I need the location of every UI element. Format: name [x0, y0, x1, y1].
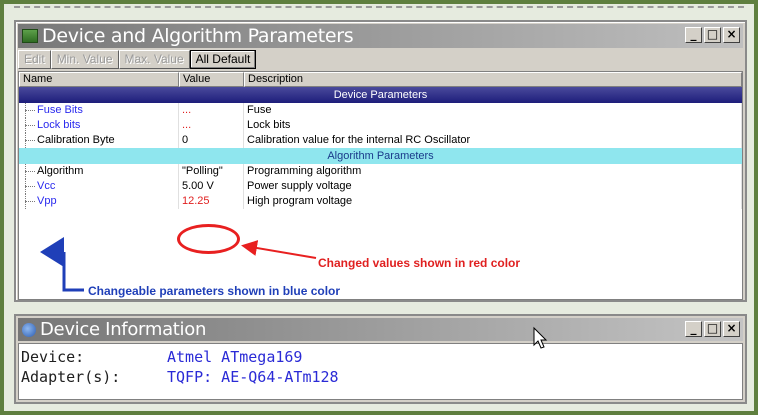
- param-description: Power supply voltage: [244, 179, 742, 194]
- title-bar[interactable]: Device Information _ □ ×: [18, 318, 743, 341]
- all-default-button[interactable]: All Default: [189, 50, 257, 69]
- param-value[interactable]: "Polling": [179, 164, 244, 179]
- device-information-window: Device Information _ □ × Device: Atmel A…: [14, 314, 747, 404]
- window-controls: _ □ ×: [685, 321, 740, 337]
- changeable-params-annotation: Changeable parameters shown in blue colo…: [88, 284, 341, 298]
- device-value: Atmel ATmega169: [167, 348, 303, 366]
- close-button[interactable]: ×: [723, 321, 740, 337]
- dashed-divider: [14, 6, 744, 8]
- grid-header: Name Value Description: [19, 72, 742, 87]
- param-description: Calibration value for the internal RC Os…: [244, 133, 742, 148]
- window-title: Device and Algorithm Parameters: [42, 25, 354, 47]
- column-header-name[interactable]: Name: [19, 72, 179, 87]
- minimize-button[interactable]: _: [685, 27, 702, 43]
- max-value-button[interactable]: Max. Value: [118, 50, 190, 69]
- changed-values-annotation: Changed values shown in red color: [318, 256, 521, 270]
- table-row[interactable]: Vcc 5.00 V Power supply voltage: [19, 179, 742, 194]
- adapter-label: Adapter(s):: [21, 368, 121, 386]
- param-description: High program voltage: [244, 194, 742, 209]
- param-name: Calibration Byte: [19, 133, 179, 148]
- param-description: Programming algorithm: [244, 164, 742, 179]
- param-name: Vcc: [19, 179, 179, 194]
- param-value[interactable]: 12.25: [179, 194, 244, 209]
- changed-value-highlight: [177, 224, 240, 254]
- table-row[interactable]: Calibration Byte 0 Calibration value for…: [19, 133, 742, 148]
- param-value[interactable]: 0: [179, 133, 244, 148]
- param-description: Fuse: [244, 103, 742, 118]
- info-icon: [22, 322, 36, 337]
- param-name: Vpp: [19, 194, 179, 209]
- param-description: Lock bits: [244, 118, 742, 133]
- title-bar[interactable]: Device and Algorithm Parameters _ □ ×: [18, 24, 743, 48]
- param-name: Fuse Bits: [19, 103, 179, 118]
- app-icon: [22, 29, 38, 43]
- section-algorithm-parameters: Algorithm Parameters: [19, 148, 742, 164]
- window-title: Device Information: [40, 319, 207, 340]
- column-header-description[interactable]: Description: [244, 72, 742, 87]
- param-name: Lock bits: [19, 118, 179, 133]
- restore-button[interactable]: □: [704, 27, 721, 43]
- table-row[interactable]: Algorithm "Polling" Programming algorith…: [19, 164, 742, 179]
- min-value-button[interactable]: Min. Value: [50, 50, 119, 69]
- param-value[interactable]: 5.00 V: [179, 179, 244, 194]
- param-name: Algorithm: [19, 164, 179, 179]
- edit-button[interactable]: Edit: [18, 50, 51, 69]
- device-label: Device:: [21, 348, 85, 366]
- device-info-panel: Device: Atmel ATmega169 Adapter(s): TQFP…: [18, 343, 743, 400]
- window-controls: _ □ ×: [685, 27, 740, 43]
- table-row[interactable]: Vpp 12.25 High program voltage: [19, 194, 742, 209]
- param-value[interactable]: ...: [179, 118, 244, 133]
- param-value[interactable]: ...: [179, 103, 244, 118]
- minimize-button[interactable]: _: [685, 321, 702, 337]
- info-row: Adapter(s): TQFP: AE-Q64-ATm128: [21, 367, 740, 387]
- adapter-value: TQFP: AE-Q64-ATm128: [167, 368, 339, 386]
- column-header-value[interactable]: Value: [179, 72, 244, 87]
- table-row[interactable]: Lock bits ... Lock bits: [19, 118, 742, 133]
- restore-button[interactable]: □: [704, 321, 721, 337]
- table-row[interactable]: Fuse Bits ... Fuse: [19, 103, 742, 118]
- section-device-parameters: Device Parameters: [19, 87, 742, 103]
- toolbar: Edit Min. Value Max. Value All Default: [18, 50, 257, 70]
- close-button[interactable]: ×: [723, 27, 740, 43]
- info-row: Device: Atmel ATmega169: [21, 347, 740, 367]
